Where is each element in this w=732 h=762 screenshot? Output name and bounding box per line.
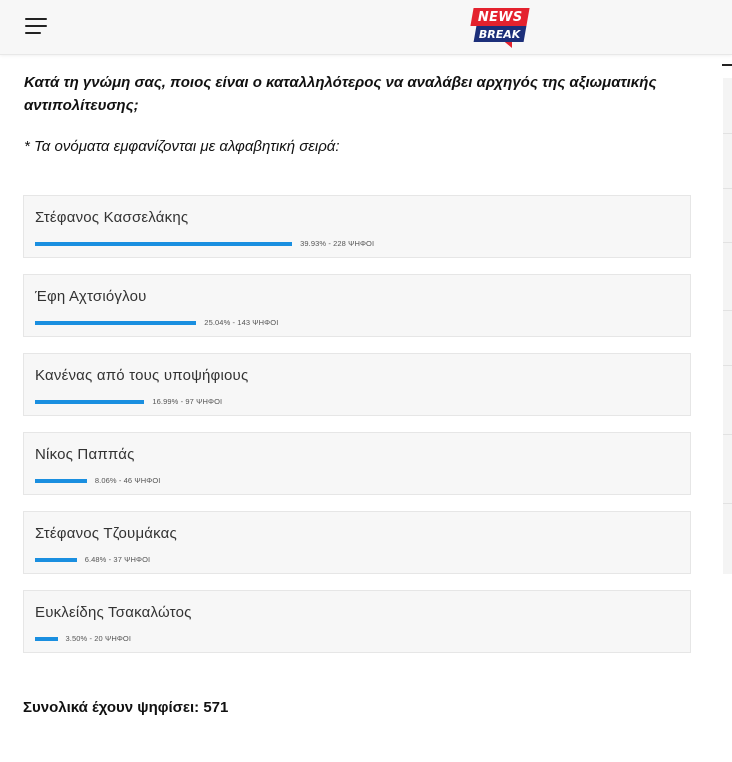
top-bar: NEWS BREAK <box>0 0 732 55</box>
sidebar-item-divider <box>723 503 732 504</box>
poll-option-bar <box>35 241 293 246</box>
poll-option-bar <box>35 320 197 325</box>
poll-option-result: 8.06% - 46 ΨΗΦΟΙ <box>35 476 160 485</box>
poll-option-name: Ευκλείδης Τσακαλώτος <box>35 604 192 621</box>
poll-option[interactable]: Κανένας από τους υποψήφιους 16.99% - 97 … <box>23 353 691 416</box>
sidebar-item-divider <box>723 242 732 243</box>
poll-option-name: Νίκος Παππάς <box>35 446 135 463</box>
sidebar-item-divider <box>723 133 732 134</box>
poll-option-result: 16.99% - 97 ΨΗΦΟΙ <box>35 397 222 406</box>
logo-text-news: NEWS <box>477 9 523 25</box>
poll-option[interactable]: Νίκος Παππάς 8.06% - 46 ΨΗΦΟΙ <box>23 432 691 495</box>
hamburger-menu-icon[interactable] <box>25 17 49 35</box>
poll-option-name: Κανένας από τους υποψήφιους <box>35 367 249 384</box>
poll-option[interactable]: Στέφανος Τζουμάκας 6.48% - 37 ΨΗΦΟΙ <box>23 511 691 574</box>
poll-option-result: 25.04% - 143 ΨΗΦΟΙ <box>35 318 278 327</box>
poll-option-stat: 16.99% - 97 ΨΗΦΟΙ <box>152 397 223 406</box>
sidebar-item-divider <box>723 365 732 366</box>
poll-option-bar <box>35 557 77 562</box>
poll-options-list: Στέφανος Κασσελάκης 39.93% - 228 ΨΗΦΟΙ Έ… <box>23 195 691 669</box>
logo-text-break: BREAK <box>479 27 521 41</box>
poll-option-stat: 25.04% - 143 ΨΗΦΟΙ <box>204 318 279 327</box>
sidebar-item-divider <box>723 434 732 435</box>
poll-option-bar <box>35 478 87 483</box>
poll-option-name: Έφη Αχτσιόγλου <box>35 288 147 305</box>
poll-option-result: 39.93% - 228 ΨΗΦΟΙ <box>35 239 374 248</box>
poll-option-name: Στέφανος Τζουμάκας <box>35 525 177 542</box>
sidebar-item-divider <box>723 188 732 189</box>
poll-total-votes: Συνολικά έχουν ψηφίσει: 571 <box>23 699 229 716</box>
poll-option-bar <box>35 636 58 641</box>
poll-option-stat: 6.48% - 37 ΨΗΦΟΙ <box>84 555 151 564</box>
sidebar-item-divider <box>723 310 732 311</box>
poll-question: Κατά τη γνώμη σας, ποιος είναι ο καταλλη… <box>24 74 657 114</box>
poll-option-stat: 39.93% - 228 ΨΗΦΟΙ <box>300 239 375 248</box>
poll-option-name: Στέφανος Κασσελάκης <box>35 209 189 226</box>
poll-option[interactable]: Έφη Αχτσιόγλου 25.04% - 143 ΨΗΦΟΙ <box>23 274 691 337</box>
poll-note: * Τα ονόματα εμφανίζονται με αλφαβητική … <box>24 138 340 155</box>
poll-option-result: 3.50% - 20 ΨΗΦΟΙ <box>35 634 131 643</box>
news-break-logo[interactable]: NEWS BREAK <box>470 8 530 48</box>
poll-option-result: 6.48% - 37 ΨΗΦΟΙ <box>35 555 150 564</box>
poll-option[interactable]: Ευκλείδης Τσακαλώτος 3.50% - 20 ΨΗΦΟΙ <box>23 590 691 653</box>
logo-bottom-block: BREAK <box>473 26 527 42</box>
sidebar-divider <box>722 64 732 66</box>
poll-option-stat: 3.50% - 20 ΨΗΦΟΙ <box>65 634 132 643</box>
poll-option-bar <box>35 399 145 404</box>
poll-option[interactable]: Στέφανος Κασσελάκης 39.93% - 228 ΨΗΦΟΙ <box>23 195 691 258</box>
logo-top-block: NEWS <box>470 8 530 26</box>
poll-option-stat: 8.06% - 46 ΨΗΦΟΙ <box>94 476 161 485</box>
sidebar-article-list[interactable] <box>723 78 732 574</box>
